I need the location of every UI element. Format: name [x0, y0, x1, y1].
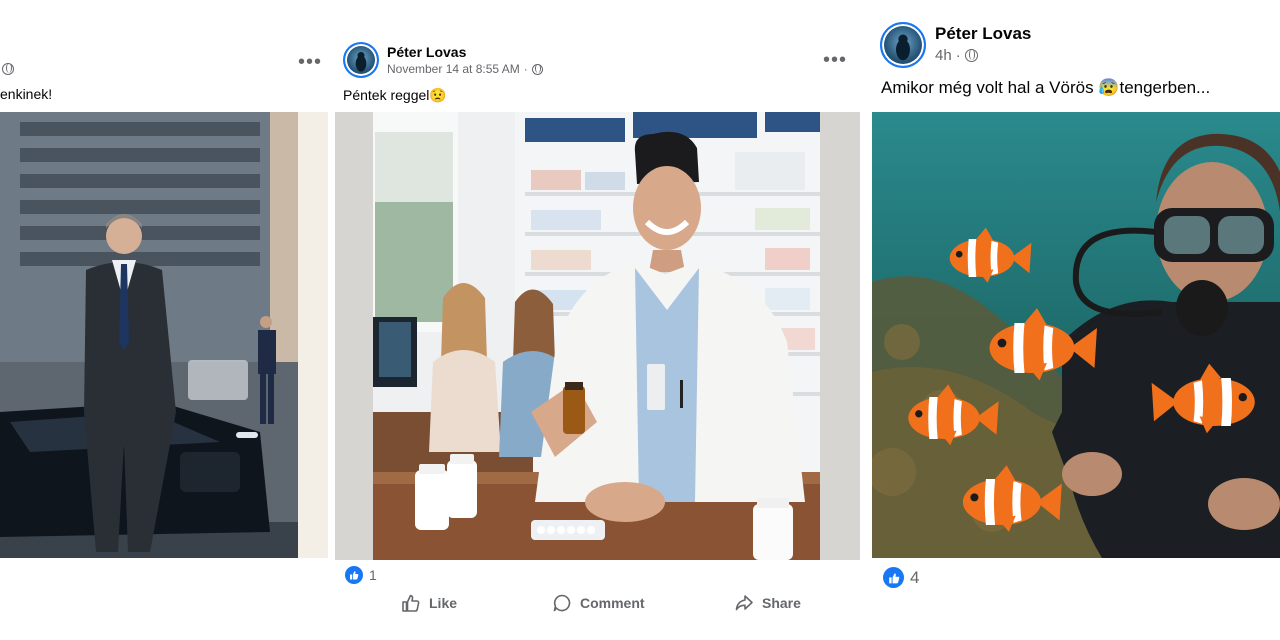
globe-icon	[2, 63, 14, 75]
post-timestamp[interactable]: November 14 at 8:55 AM	[387, 62, 520, 76]
diver-avatar-image	[896, 34, 910, 61]
globe-icon	[531, 63, 543, 75]
comment-icon	[553, 594, 571, 612]
like-reaction-icon	[883, 567, 904, 588]
like-reaction-icon	[345, 566, 363, 584]
share-button[interactable]: Share	[734, 593, 801, 613]
city-businessman-image	[0, 112, 328, 558]
pharmacist-image	[335, 112, 860, 560]
post-image[interactable]	[0, 112, 328, 558]
diver-clownfish-image	[872, 112, 1280, 558]
post-caption: Péntek reggel😟	[343, 87, 447, 103]
post-caption: Amikor még volt hal a Vörös 😰tengerben..…	[881, 78, 1211, 97]
meta-separator: ·	[523, 62, 528, 76]
share-icon	[735, 595, 753, 611]
author-avatar[interactable]	[343, 42, 379, 78]
reaction-count: 1	[369, 567, 377, 583]
reaction-summary[interactable]: 4	[883, 567, 919, 588]
like-label: Like	[429, 595, 458, 611]
author-avatar[interactable]	[880, 22, 926, 68]
globe-icon	[964, 49, 978, 62]
comment-label: Comment	[580, 595, 645, 611]
post-timestamp[interactable]: 4h	[935, 47, 952, 64]
post-card-right: Péter Lovas 4h · Amikor még volt hal a V…	[872, 0, 1280, 640]
post-caption: enkinek!	[0, 86, 53, 102]
reaction-count: 4	[910, 567, 920, 587]
author-name[interactable]: Péter Lovas	[935, 24, 1031, 44]
like-button[interactable]: Like	[401, 593, 457, 613]
like-icon	[402, 594, 420, 612]
post-meta: November 14 at 8:55 AM ·	[387, 62, 543, 76]
diver-avatar-image	[355, 52, 367, 72]
post-meta: 4h ·	[935, 47, 978, 64]
author-name[interactable]: Péter Lovas	[387, 44, 466, 60]
post-card-left: ••• enkinek!	[0, 0, 328, 640]
post-image[interactable]	[335, 112, 860, 560]
post-card-middle: Péter Lovas November 14 at 8:55 AM · •••…	[335, 0, 860, 640]
share-label: Share	[762, 595, 801, 611]
more-options-button[interactable]: •••	[298, 52, 322, 72]
reaction-summary[interactable]: 1	[345, 566, 377, 584]
post-image[interactable]	[872, 112, 1280, 558]
comment-button[interactable]: Comment	[552, 593, 645, 613]
more-options-button[interactable]: •••	[823, 50, 847, 70]
meta-separator: ·	[955, 47, 961, 64]
post-actions-bar: Like Comment Share	[335, 588, 860, 618]
